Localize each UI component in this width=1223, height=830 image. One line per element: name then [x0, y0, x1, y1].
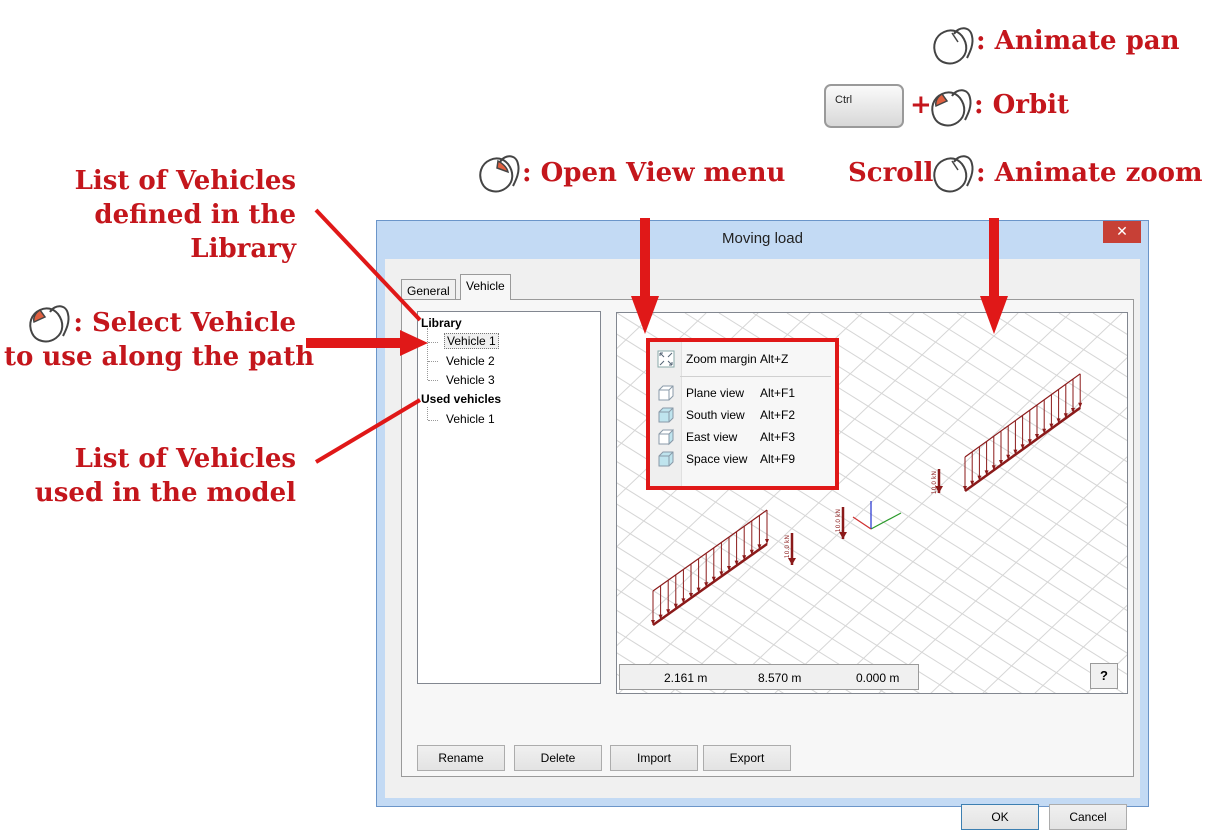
menu-item-south-view[interactable]: South view Alt+F2: [650, 404, 835, 426]
grid-line: [1024, 313, 1127, 378]
grid-line: [1126, 313, 1127, 314]
rename-button[interactable]: Rename: [417, 745, 505, 771]
grid-line: [1092, 313, 1127, 335]
axis-x: [870, 512, 902, 530]
tree-item-library-vehicle-2[interactable]: Vehicle 2: [446, 354, 495, 368]
cube-icon: [658, 385, 674, 401]
tree-item-library-vehicle-1[interactable]: Vehicle 1: [444, 333, 499, 349]
grid-line: [982, 555, 1127, 693]
import-button[interactable]: Import: [610, 745, 698, 771]
menu-item-zoom-margin[interactable]: Zoom margin Alt+Z: [650, 348, 835, 370]
select-vehicle-annotation: : Select Vehicle to use along the path: [4, 308, 315, 372]
grid-line: [990, 313, 1127, 399]
tree-item-used-vehicle-1[interactable]: Vehicle 1: [446, 412, 495, 426]
cube-icon: [658, 428, 674, 446]
used-annotation: List of Vehicles used in the model: [34, 444, 296, 508]
open-view-menu-label: : Open View menu: [522, 158, 786, 188]
grid-line: [854, 313, 1127, 484]
axis-y: [852, 516, 872, 530]
cube-icon: [658, 451, 674, 467]
svg-text:10.0 kN: 10.0 kN: [784, 535, 791, 558]
tab-vehicle[interactable]: Vehicle: [460, 274, 511, 300]
cube-icon: [658, 407, 674, 423]
orbit-label: : Orbit: [974, 90, 1070, 120]
single-load: 10.0 kN: [784, 533, 796, 565]
tree-root-library[interactable]: Library: [421, 316, 462, 330]
menu-item-east-view[interactable]: East view Alt+F3: [650, 426, 835, 448]
coord-x: 2.161 m: [664, 671, 708, 685]
view-context-menu: Zoom margin Alt+Z Plane view Alt+F1 Sout…: [646, 338, 839, 490]
scroll-label: Scroll: [848, 158, 934, 188]
library-annotation: List of Vehicles defined in the Library: [74, 166, 296, 264]
svg-text:10.0 kN: 10.0 kN: [835, 509, 842, 532]
close-button[interactable]: ✕: [1103, 221, 1141, 243]
single-load: 10.0 kN: [835, 507, 847, 539]
vehicle-tree[interactable]: Library Vehicle 1 Vehicle 2 Vehicle 3 Us…: [417, 311, 601, 684]
tab-general[interactable]: General: [401, 279, 456, 301]
animate-zoom-label: : Animate zoom: [976, 158, 1203, 188]
mouse-icon: [933, 27, 974, 65]
menu-item-space-view[interactable]: Space view Alt+F9: [650, 448, 835, 470]
menu-item-plane-view[interactable]: Plane view Alt+F1: [650, 382, 835, 404]
coord-z: 0.000 m: [856, 671, 900, 685]
grid-line: [930, 505, 1127, 693]
window-title: Moving load: [722, 230, 803, 247]
animate-pan-label: : Animate pan: [976, 26, 1180, 56]
coord-y: 8.570 m: [758, 671, 802, 685]
mouse-icon: [931, 89, 972, 127]
ctrl-key-icon: Ctrl: [824, 84, 904, 128]
export-button[interactable]: Export: [703, 745, 791, 771]
title-bar[interactable]: Moving load ✕: [377, 221, 1148, 259]
coordinate-bar: 2.161 m 8.570 m 0.000 m: [619, 664, 919, 690]
zoom-margin-icon: [657, 350, 675, 368]
tree-item-library-vehicle-3[interactable]: Vehicle 3: [446, 373, 495, 387]
grid-line: [878, 456, 1127, 693]
mouse-icon: [479, 155, 520, 193]
tree-root-used-vehicles[interactable]: Used vehicles: [421, 392, 501, 406]
svg-text:10.0 kN: 10.0 kN: [931, 471, 938, 494]
delete-button[interactable]: Delete: [514, 745, 602, 771]
mouse-icon: [933, 155, 974, 193]
help-button[interactable]: ?: [1090, 663, 1118, 689]
